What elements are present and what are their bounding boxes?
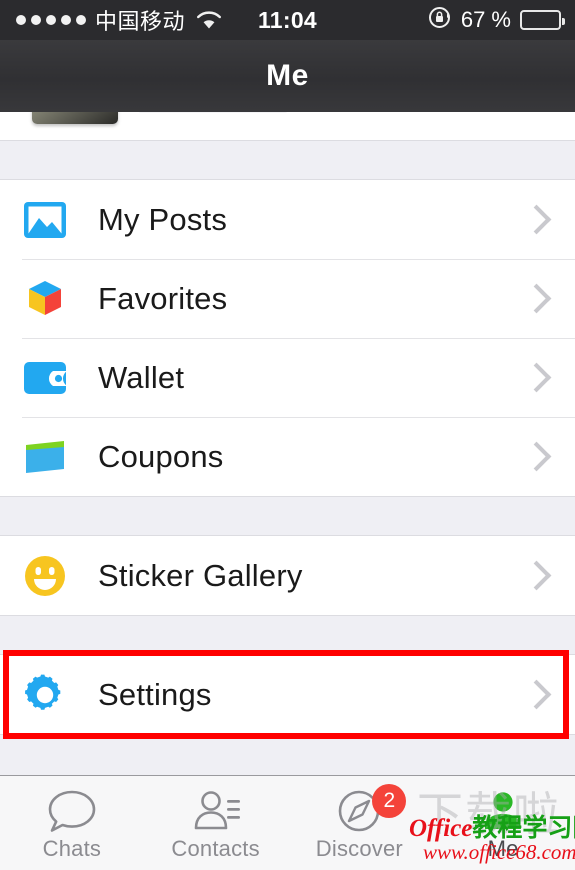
gear-icon <box>22 674 68 716</box>
contacts-icon <box>190 788 242 834</box>
avatar <box>32 112 118 124</box>
chevron-right-icon <box>521 441 552 472</box>
compass-icon: 2 <box>336 784 407 834</box>
list-item-settings[interactable]: Settings <box>0 655 575 734</box>
tab-chats[interactable]: Chats <box>0 776 144 870</box>
coupon-card-icon <box>22 439 68 475</box>
group-separator <box>0 496 575 536</box>
list-group-2: Sticker Gallery <box>0 536 575 615</box>
chevron-right-icon <box>521 283 552 314</box>
list-item-label: Sticker Gallery <box>98 557 303 593</box>
person-icon <box>477 788 529 834</box>
status-bar-right: 67 % <box>427 5 565 36</box>
group-separator <box>0 140 575 180</box>
chevron-right-icon <box>521 679 552 710</box>
tab-contacts[interactable]: Contacts <box>144 776 288 870</box>
chevron-right-icon <box>521 204 552 235</box>
chevron-right-icon <box>521 560 552 591</box>
battery-icon <box>520 10 565 30</box>
navigation-bar: Me <box>0 40 575 112</box>
list-item-sticker-gallery[interactable]: Sticker Gallery <box>0 536 575 615</box>
page-title: Me <box>266 59 309 92</box>
profile-name-partial <box>138 112 288 113</box>
chat-bubble-icon <box>46 788 98 834</box>
photo-icon <box>22 201 68 239</box>
list-item-label: Coupons <box>98 438 224 474</box>
list-item-label: My Posts <box>98 201 228 237</box>
list-group-3: Settings <box>0 650 575 739</box>
tab-label: Contacts <box>171 836 260 861</box>
list-item-my-posts[interactable]: My Posts <box>0 180 575 259</box>
smiley-icon <box>22 555 68 597</box>
list-bottom-spacer <box>0 734 575 755</box>
wallet-icon <box>22 361 68 395</box>
status-bar: 中国移动 11:04 67 % <box>0 0 575 40</box>
tab-label: Chats <box>42 836 102 861</box>
cube-star-icon <box>22 278 68 320</box>
rotation-lock-icon <box>427 5 452 36</box>
list-item-label: Settings <box>98 676 212 712</box>
phone-screen: 中国移动 11:04 67 % Me My Posts Favorites Wa… <box>0 0 575 870</box>
profile-card-partial[interactable] <box>0 112 575 140</box>
chevron-right-icon <box>521 362 552 393</box>
settings-list-scroll[interactable]: My Posts Favorites Wallet Coupons Sticke… <box>0 112 575 776</box>
list-item-label: Wallet <box>98 359 185 395</box>
tab-me[interactable]: Me <box>431 776 575 870</box>
discover-badge: 2 <box>372 784 407 818</box>
battery-percent-label: 67 % <box>460 7 511 32</box>
list-item-favorites[interactable]: Favorites <box>0 259 575 338</box>
list-item-label: Favorites <box>98 280 228 316</box>
list-item-wallet[interactable]: Wallet <box>0 338 575 417</box>
tab-discover[interactable]: 2 Discover <box>288 776 432 870</box>
tab-label: Discover <box>315 836 403 861</box>
list-group-1: My Posts Favorites Wallet Coupons <box>0 180 575 496</box>
tab-bar: Chats Contacts 2 Discover Me <box>0 775 575 870</box>
list-item-coupons[interactable]: Coupons <box>0 417 575 496</box>
tab-label: Me <box>487 836 519 861</box>
group-separator <box>0 615 575 655</box>
